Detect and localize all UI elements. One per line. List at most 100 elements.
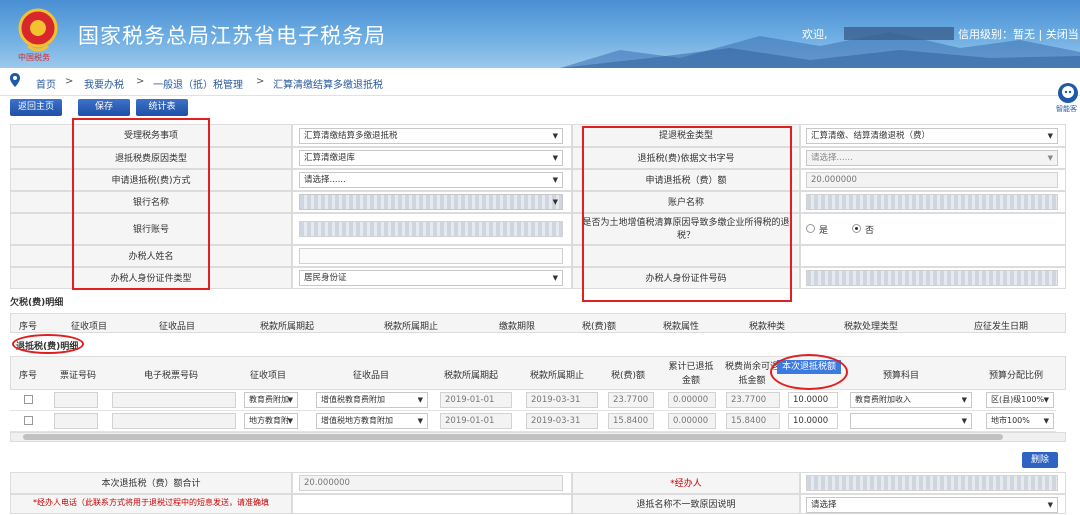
col-header: 征收项目 [70, 322, 107, 332]
col-header: 税款所属期止 [383, 322, 438, 332]
scrollbar-thumb[interactable] [23, 434, 1003, 440]
col-header: 应征发生日期 [973, 322, 1028, 332]
radio-no-circle[interactable] [852, 224, 861, 233]
row-checkbox[interactable] [24, 395, 33, 404]
tax-emblem-icon: 中国税务 [18, 8, 58, 62]
radio-yes-label: 是 [819, 226, 829, 236]
levy-sub-select[interactable]: 增值税地方教育附加 ▼ [316, 413, 428, 429]
row-checkbox[interactable] [24, 416, 33, 425]
table-row: 教育费附加 ▼ 增值税教育费附加 ▼ 2019-01-01 2019-03-31 2… [10, 390, 1056, 411]
annotation-oval-refund-title [12, 334, 84, 354]
this-refund-input[interactable]: 10.0000 [788, 392, 838, 408]
bank-name-select[interactable]: ▼ [299, 194, 563, 210]
remain-input[interactable]: 23.7700 [726, 392, 780, 408]
label-mismatch: 退抵名称不一致原因说明 [572, 494, 800, 514]
breadcrumb-sep: > [136, 76, 145, 87]
refunded-input[interactable]: 0.00000 [668, 392, 716, 408]
arrears-title: 欠税(费)明细 [10, 298, 64, 308]
agent-input[interactable] [806, 475, 1058, 491]
credit-level[interactable]: 信用级别：暂无 | 关闭当 [958, 26, 1079, 42]
breadcrumb-my-tax[interactable]: 我要办税 [84, 76, 124, 91]
col-header: 税(费)额 [581, 322, 617, 332]
save-button[interactable]: 保存 [78, 99, 130, 116]
breadcrumb-sep: > [65, 76, 74, 87]
breadcrumb-home[interactable]: 首页 [36, 76, 56, 91]
col-header: 税款处理类型 [843, 322, 898, 332]
period-start-input[interactable]: 2019-01-01 [440, 413, 512, 429]
user-name-redacted [844, 27, 954, 40]
refund-method-select[interactable]: 请选择...... ▼ [299, 172, 563, 188]
col-header: 税款属性 [662, 322, 699, 332]
total-input[interactable]: 20.000000 [299, 475, 563, 491]
remain-input[interactable]: 15.8400 [726, 413, 780, 429]
ticket-number-input[interactable] [54, 392, 98, 408]
table-row: 地方教育附 ▼ 增值税地方教育附加 ▼ 2019-01-01 2019-03-31 … [10, 411, 1056, 432]
welcome-text: 欢迎, [802, 28, 828, 41]
document-number-select[interactable]: 请选择...... ▼ [806, 150, 1058, 166]
label-agent: *经办人 [572, 472, 800, 494]
ratio-select[interactable]: 区(县)级100% ▼ [986, 392, 1054, 408]
col-header: 征收项目 [249, 371, 286, 381]
budget-select[interactable]: ▼ [850, 413, 972, 429]
col-header: 征收品目 [352, 371, 389, 381]
breadcrumb-general[interactable]: 一般退（抵）税管理 [153, 76, 243, 91]
account-name-input[interactable] [806, 194, 1058, 210]
refund-fund-type-select[interactable]: 汇算清缴、结算清缴退税（费） ▼ [806, 128, 1058, 144]
annotation-oval-this-refund [770, 354, 848, 390]
radio-yes[interactable]: 是 [806, 223, 846, 236]
label-total: 本次退抵税（费）额合计 [10, 472, 292, 494]
e-ticket-input[interactable] [112, 413, 236, 429]
breadcrumb: 首页 > 我要办税 > 一般退（抵）税管理 > 汇算清缴结算多缴退抵税 [0, 70, 1080, 96]
refund-amount-input[interactable]: 20.000000 [806, 172, 1058, 188]
col-header: 累计已退抵金额 [668, 362, 714, 386]
id-number-input[interactable] [806, 270, 1058, 286]
levy-sub-select[interactable]: 增值税教育费附加 ▼ [316, 392, 428, 408]
budget-select[interactable]: 教育费附加收入 ▼ [850, 392, 972, 408]
col-header: 缴款期限 [498, 322, 535, 332]
refunded-input[interactable]: 0.00000 [668, 413, 716, 429]
col-header: 序号 [18, 371, 37, 381]
arrears-header-row: 序号 征收项目 征收品目 税款所属期起 税款所属期止 缴款期限 税(费)额 税款… [10, 313, 1066, 333]
reason-type-select[interactable]: 汇算清缴退库 ▼ [299, 150, 563, 166]
e-ticket-input[interactable] [112, 392, 236, 408]
agent-name-input[interactable] [299, 248, 563, 264]
breadcrumb-sep: > [256, 76, 265, 87]
col-header: 预算科目 [882, 371, 919, 381]
refund-header-row: 序号 票证号码 电子税票号码 征收项目 征收品目 税款所属期起 税款所属期止 税… [10, 356, 1066, 390]
mismatch-select[interactable]: 请选择 ▼ [806, 497, 1058, 513]
location-pin-icon [10, 73, 20, 87]
breadcrumb-current: 汇算清缴结算多缴退抵税 [273, 80, 383, 91]
col-header: 票证号码 [59, 371, 96, 381]
amount-input[interactable]: 23.7700 [608, 392, 654, 408]
levy-item-select[interactable]: 地方教育附 ▼ [244, 413, 298, 429]
header-banner: 中国税务 国家税务总局江苏省电子税务局 欢迎, 信用级别：暂无 | 关闭当 [0, 0, 1080, 68]
col-header: 税款所属期起 [443, 371, 498, 381]
annotation-box-right [582, 126, 792, 302]
site-title: 国家税务总局江苏省电子税务局 [78, 24, 386, 48]
annotation-box-left [72, 118, 210, 290]
period-start-input[interactable]: 2019-01-01 [440, 392, 512, 408]
radio-no-label: 否 [865, 226, 875, 236]
period-end-input[interactable]: 2019-03-31 [526, 413, 598, 429]
col-header: 税(费)额 [610, 371, 646, 381]
id-type-select[interactable]: 居民身份证 ▼ [299, 270, 563, 286]
tax-matter-select[interactable]: 汇算清缴结算多缴退抵税 ▼ [299, 128, 563, 144]
levy-item-select[interactable]: 教育费附加 ▼ [244, 392, 298, 408]
assistant-label[interactable]: 智能客 [1056, 104, 1077, 114]
label-agent-phone: *经办人电话（此联系方式将用于退税过程中的短息发送，请准确填 [10, 494, 292, 514]
period-end-input[interactable]: 2019-03-31 [526, 392, 598, 408]
radio-yes-circle[interactable] [806, 224, 815, 233]
col-header: 预算分配比例 [988, 371, 1043, 381]
delete-button[interactable]: 删除 [1022, 452, 1058, 468]
radio-no[interactable]: 否 [852, 223, 892, 236]
col-header: 税款种类 [748, 322, 785, 332]
amount-input[interactable]: 15.8400 [608, 413, 654, 429]
this-refund-input[interactable]: 10.0000 [788, 413, 838, 429]
ticket-number-input[interactable] [54, 413, 98, 429]
horizontal-scrollbar[interactable] [10, 432, 1066, 442]
ratio-select[interactable]: 地市100% ▼ [986, 413, 1054, 429]
back-home-button[interactable]: 返回主页 [10, 99, 62, 116]
bank-account-input[interactable] [299, 221, 563, 237]
stats-button[interactable]: 统计表 [136, 99, 188, 116]
svg-text:中国税务: 中国税务 [18, 52, 50, 62]
